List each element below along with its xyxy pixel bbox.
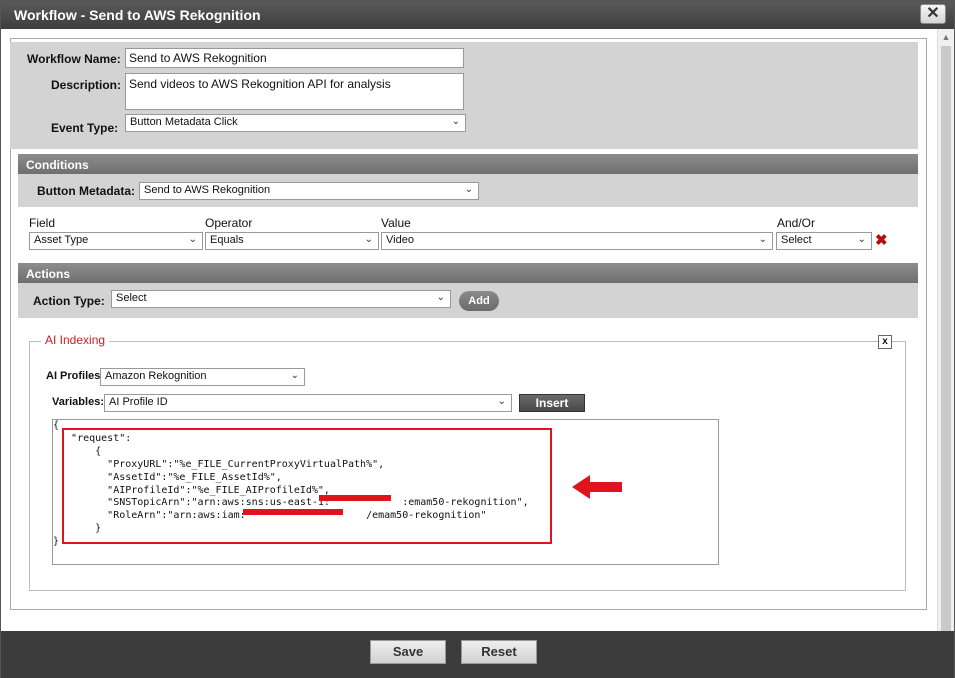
delete-condition-icon[interactable]: ✖ (875, 231, 888, 249)
chevron-down-icon: ⌄ (436, 292, 445, 303)
event-type-value: Button Metadata Click (130, 116, 238, 128)
action-type-select[interactable]: Select ⌄ (111, 290, 451, 308)
chevron-down-icon: ⌄ (857, 234, 866, 245)
chevron-down-icon: ⌄ (464, 184, 473, 195)
variables-select[interactable]: AI Profile ID ⌄ (104, 394, 512, 412)
chevron-down-icon: ⌄ (451, 116, 460, 127)
chevron-down-icon: ⌄ (364, 234, 373, 245)
value-column-header: Value (381, 216, 411, 230)
button-metadata-select[interactable]: Send to AWS Rekognition ⌄ (139, 182, 479, 200)
value-select[interactable]: Video ⌄ (381, 232, 773, 250)
description-textarea[interactable]: Send videos to AWS Rekognition API for a… (125, 73, 464, 110)
scroll-thumb[interactable] (941, 46, 951, 636)
variables-label: Variables: (52, 396, 104, 408)
button-metadata-label: Button Metadata: (37, 184, 135, 198)
ai-profiles-label: AI Profiles (46, 370, 101, 382)
workflow-dialog: Workflow - Send to AWS Rekognition ✕ ▲ ▼… (0, 0, 955, 678)
workflow-name-label: Workflow Name: (27, 52, 121, 66)
operator-value: Equals (210, 234, 244, 246)
insert-button[interactable]: Insert (519, 394, 585, 412)
close-button[interactable]: ✕ (920, 4, 946, 24)
and-or-column-header: And/Or (777, 216, 816, 230)
and-or-value: Select (781, 234, 812, 246)
ai-profiles-value: Amazon Rekognition (105, 370, 207, 382)
operator-column-header: Operator (205, 216, 253, 230)
field-column-header: Field (29, 216, 56, 230)
button-metadata-value: Send to AWS Rekognition (144, 184, 271, 196)
chevron-down-icon: ⌄ (758, 234, 767, 245)
ai-profiles-select[interactable]: Amazon Rekognition ⌄ (100, 368, 305, 386)
action-type-label: Action Type: (33, 294, 105, 308)
arrow-left-icon (572, 475, 622, 499)
description-label: Description: (51, 78, 122, 92)
reset-button[interactable]: Reset (461, 640, 537, 664)
conditions-header: Conditions (18, 154, 918, 174)
field-value: Asset Type (34, 234, 89, 246)
chevron-down-icon: ⌄ (188, 234, 197, 245)
action-type-value: Select (116, 292, 147, 304)
remove-action-button[interactable]: x (878, 335, 892, 349)
add-action-button[interactable]: Add (459, 291, 499, 311)
variables-value: AI Profile ID (109, 396, 168, 408)
and-or-select[interactable]: Select ⌄ (776, 232, 872, 250)
chevron-down-icon: ⌄ (290, 370, 299, 381)
field-select[interactable]: Asset Type ⌄ (29, 232, 203, 250)
highlight-box (62, 428, 552, 544)
save-button[interactable]: Save (370, 640, 446, 664)
title-bar: Workflow - Send to AWS Rekognition ✕ (1, 1, 954, 29)
dialog-title: Workflow - Send to AWS Rekognition (14, 7, 261, 23)
operator-select[interactable]: Equals ⌄ (205, 232, 379, 250)
event-type-label: Event Type: (51, 121, 119, 135)
workflow-name-input[interactable]: Send to AWS Rekognition (125, 48, 464, 68)
actions-header: Actions (18, 263, 918, 283)
ai-indexing-legend: AI Indexing (41, 333, 110, 347)
chevron-down-icon: ⌄ (497, 396, 506, 407)
vertical-scrollbar[interactable]: ▲ ▼ (937, 29, 954, 677)
scroll-up-icon[interactable]: ▲ (938, 29, 954, 45)
value-value: Video (386, 234, 414, 246)
event-type-select[interactable]: Button Metadata Click ⌄ (125, 114, 466, 132)
